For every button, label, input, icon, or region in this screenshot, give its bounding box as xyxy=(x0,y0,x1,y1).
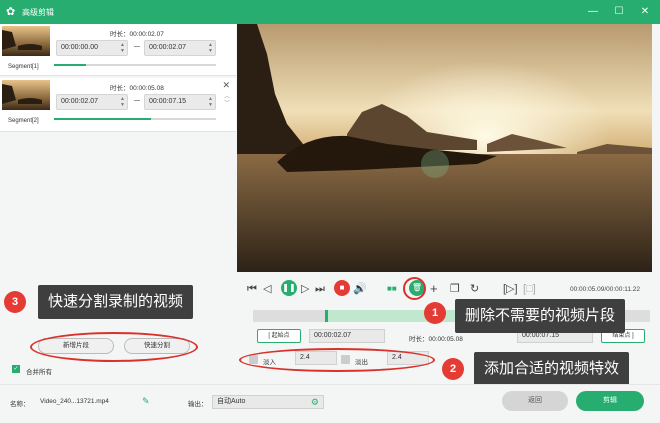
name-label: 名称： xyxy=(10,401,30,408)
volume-icon[interactable]: 🔊 xyxy=(353,282,367,296)
segment-start-time[interactable]: 00:00:00.00 ▲ ▼ xyxy=(56,40,128,56)
timeline-handle[interactable] xyxy=(325,310,328,322)
segment-end-time[interactable]: 00:00:07.15 ▲ ▼ xyxy=(144,94,216,110)
timeline-selection[interactable] xyxy=(325,310,475,322)
segment-panel: 时长：00:00:02.07 00:00:00.00 ▲ ▼ 00:00:02.07… xyxy=(0,24,236,384)
annotation-callout: 快速分割录制的视频 xyxy=(38,285,194,319)
title-bar: ✿ 高级剪辑 — ☐ ✕ xyxy=(0,0,660,24)
set-start-button[interactable]: [ 起始点 xyxy=(257,329,301,343)
back-button[interactable]: 返回 xyxy=(502,391,568,411)
add-clip-icon[interactable]: + xyxy=(430,282,438,296)
segment-duration: 时长：00:00:05.08 xyxy=(110,85,164,92)
pause-button[interactable]: ❚❚ xyxy=(281,280,297,296)
segment-label: Segment[1] xyxy=(8,64,39,70)
settings-gear-icon[interactable]: ⚙ xyxy=(311,396,319,408)
minimize-icon[interactable]: — xyxy=(586,5,600,19)
step-forward-icon[interactable]: ▷ xyxy=(301,282,309,296)
mark-icon[interactable]: ■■ xyxy=(387,282,397,296)
segment-thumbnail xyxy=(2,80,50,110)
highlight-split xyxy=(30,332,198,362)
segment-progress xyxy=(54,118,216,120)
copy-clip-icon[interactable]: ❐ xyxy=(450,282,460,296)
delete-segment-icon[interactable]: ✕ xyxy=(222,80,230,91)
app-logo-icon: ✿ xyxy=(6,6,16,18)
edit-name-icon[interactable]: ✎ xyxy=(142,396,150,407)
go-end-icon[interactable]: [□] xyxy=(523,282,536,296)
segment-end-time[interactable]: 00:00:02.07 ▲ ▼ xyxy=(144,40,216,56)
annotation-callout: 删除不需要的视频片段 xyxy=(455,299,626,333)
cut-button[interactable]: 剪辑 xyxy=(576,391,644,411)
step-back-icon[interactable]: ◁ xyxy=(263,282,271,296)
annotation-callout: 添加合适的视频特效 xyxy=(474,352,630,386)
segment-thumbnail xyxy=(2,26,50,56)
player-timecode: 00:00:05.09/00:00:11.22 xyxy=(570,286,640,293)
annotation-number: 3 xyxy=(4,291,26,313)
go-start-icon[interactable]: [▷] xyxy=(503,282,518,296)
output-filename: Video_240...13721.mp4 xyxy=(40,398,109,405)
reorder-icon[interactable]: ︿ ﹀ xyxy=(224,94,230,108)
segment-label: Segment[2] xyxy=(8,118,39,124)
segment-progress xyxy=(54,64,216,66)
output-select[interactable]: 自动Auto ⚙ xyxy=(212,395,324,409)
annotation-number: 1 xyxy=(424,302,446,324)
segment-start-time[interactable]: 00:00:02.07 ▲ ▼ xyxy=(56,94,128,110)
stop-button[interactable]: ■ xyxy=(334,280,350,296)
annotation-number: 2 xyxy=(442,358,464,380)
footer-bar: 名称： Video_240...13721.mp4 ✎ 输出： 自动Auto ⚙ … xyxy=(0,384,660,423)
reset-icon[interactable]: ↻ xyxy=(470,282,479,296)
maximize-icon[interactable]: ☐ xyxy=(612,5,626,19)
skip-end-icon[interactable]: ⏭ xyxy=(315,282,325,296)
clip-duration: 时长：00:00:05.08 xyxy=(409,336,463,343)
output-label: 输出： xyxy=(188,401,208,408)
merge-all-label: 合并所有 xyxy=(26,369,52,376)
video-preview[interactable] xyxy=(237,24,652,272)
clip-start-time[interactable]: 00:00:02.07 xyxy=(309,329,385,343)
highlight-delete xyxy=(403,277,426,300)
segment-item[interactable]: 时长：00:00:02.07 00:00:00.00 ▲ ▼ 00:00:02.07… xyxy=(0,24,236,76)
segment-duration: 时长：00:00:02.07 xyxy=(110,31,164,38)
editor-window: ✿ 高级剪辑 — ☐ ✕ 时长：00:00:02.07 00:00:00.00 ▲… xyxy=(0,0,660,423)
highlight-effects xyxy=(239,348,435,372)
segment-item[interactable]: 时长：00:00:05.08 00:00:02.07 ▲ ▼ 00:00:07.15… xyxy=(0,78,236,132)
merge-all-checkbox[interactable]: ✓ xyxy=(12,365,20,373)
window-title: 高级剪辑 xyxy=(22,8,54,17)
skip-start-icon[interactable]: ⏮ xyxy=(247,282,257,296)
close-icon[interactable]: ✕ xyxy=(638,5,652,19)
